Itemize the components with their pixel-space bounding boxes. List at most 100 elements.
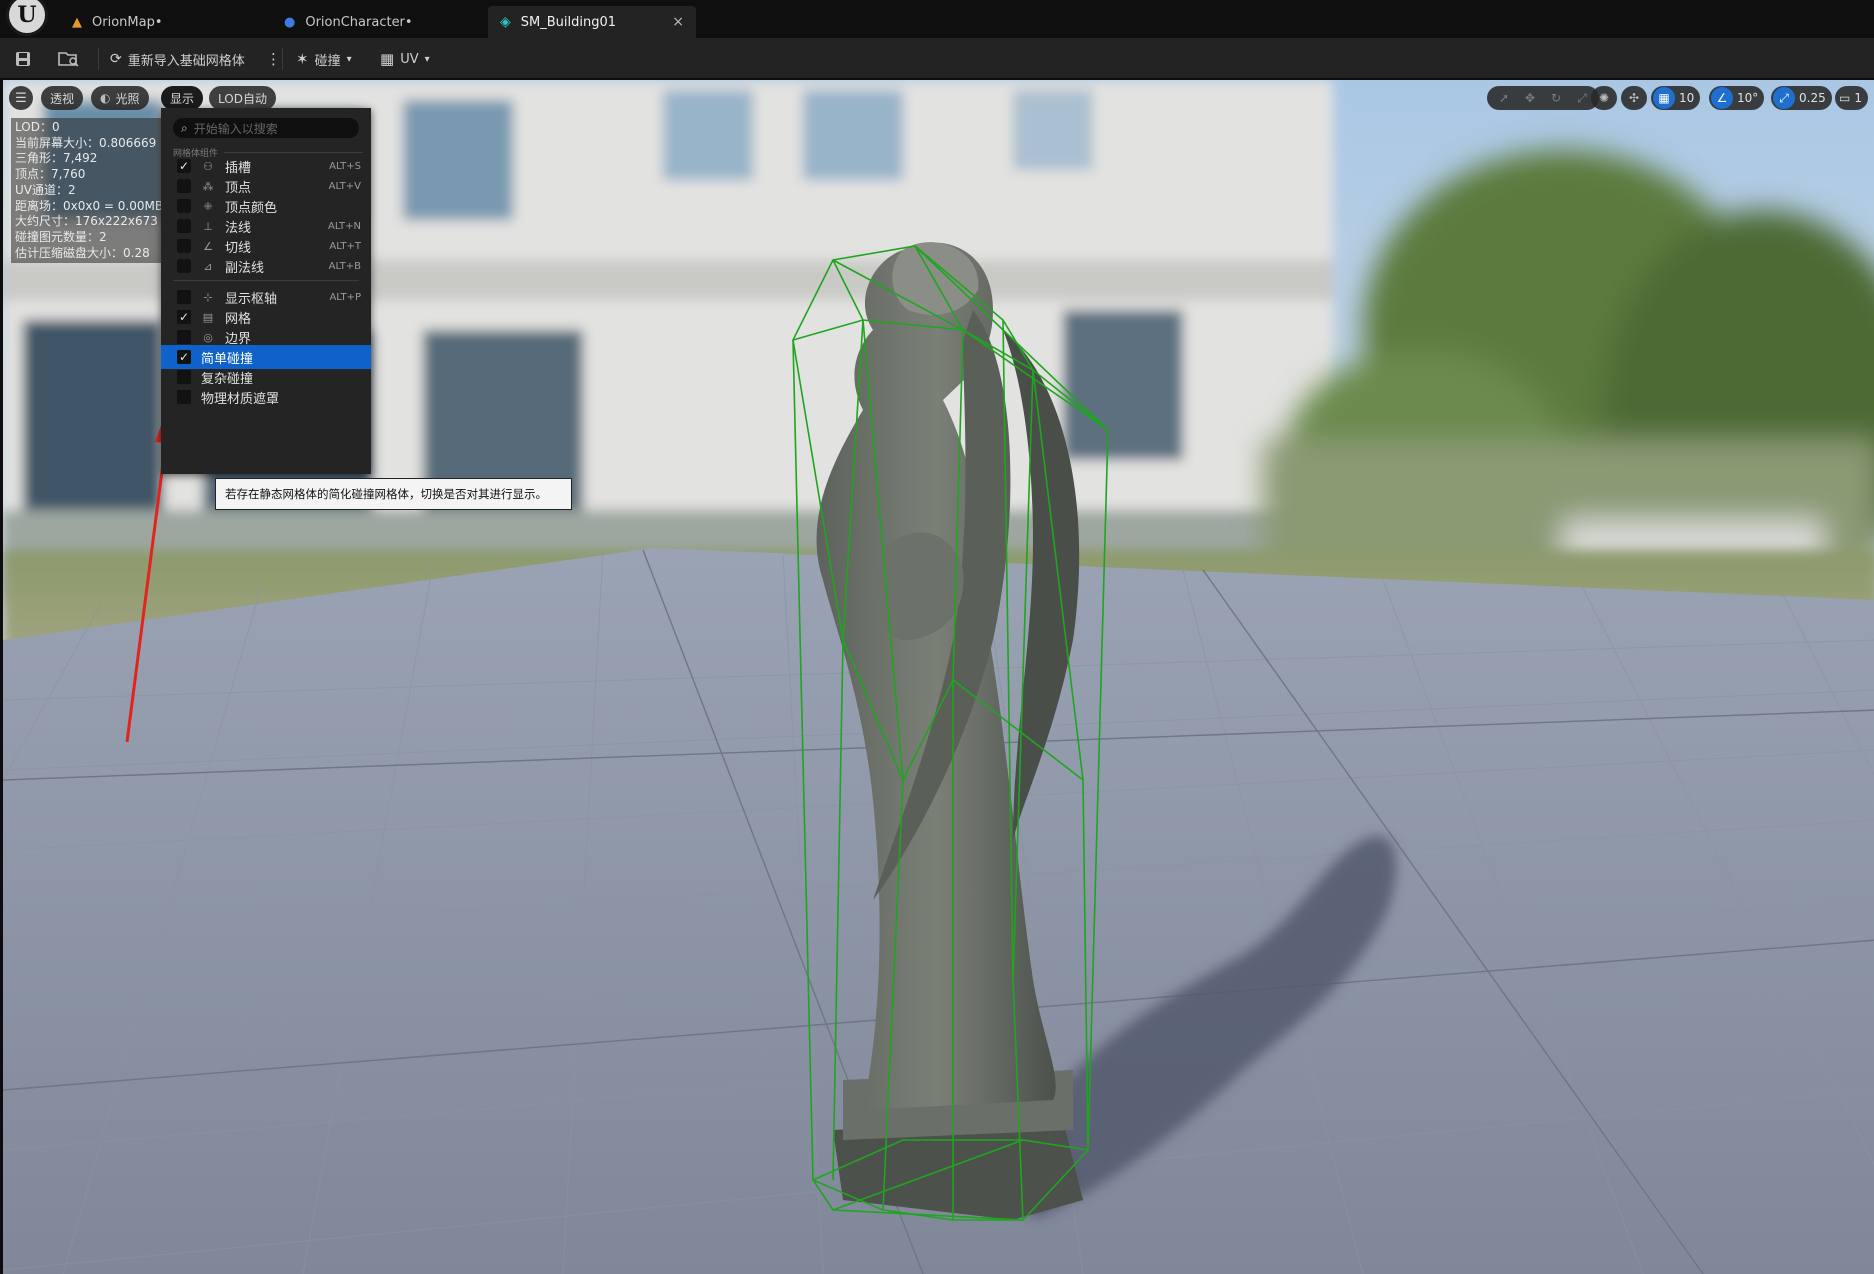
- lit-label: 光照: [115, 91, 140, 106]
- save-button[interactable]: [14, 46, 32, 72]
- binormal-icon: ⊿: [203, 259, 213, 273]
- uv-grid-icon: ▦: [380, 50, 395, 68]
- tab-orioncharacter[interactable]: ● OrionCharacter•: [272, 6, 472, 38]
- show-button[interactable]: 显示: [161, 86, 204, 110]
- uv-label: UV: [400, 51, 419, 67]
- collision-label: 碰撞: [314, 53, 341, 69]
- rotation-snap-icon: ∠: [1711, 87, 1733, 109]
- menu-search-input[interactable]: ⌕ 开始输入以搜索: [173, 118, 359, 138]
- bounds-checkbox[interactable]: [177, 330, 191, 344]
- toolbar-divider: [282, 48, 283, 70]
- camera-speed-value: 1: [1854, 91, 1862, 105]
- tangents-checkbox[interactable]: [177, 239, 191, 253]
- perspective-button[interactable]: 透视: [41, 86, 84, 110]
- translate-icon[interactable]: ✥: [1519, 87, 1541, 109]
- more-options-button[interactable]: ⋮: [266, 46, 281, 72]
- rotation-snap-value: 10°: [1737, 91, 1759, 105]
- folder-search-icon: [58, 52, 79, 67]
- rotation-snap-button[interactable]: ∠ 10°: [1709, 86, 1765, 110]
- simple-collision-tooltip: 若存在静态网格体的简化碰撞网格体，切换是否对其进行显示。: [215, 478, 572, 510]
- menu-item-label: 边界: [225, 331, 252, 347]
- close-tab-icon[interactable]: ×: [672, 14, 684, 30]
- lod-auto-button[interactable]: LOD自动: [209, 86, 276, 110]
- simple-collision-checkbox[interactable]: ✓: [177, 350, 191, 364]
- character-icon: ●: [284, 14, 296, 30]
- show-label: 显示: [170, 91, 195, 106]
- reimport-base-mesh-button[interactable]: ⟳ 重新导入基础网格体: [110, 46, 245, 72]
- search-placeholder: 开始输入以搜索: [193, 121, 278, 136]
- hamburger-icon: ☰: [15, 90, 27, 106]
- viewport[interactable]: ☰ 透视 ◐ 光照 显示 LOD自动 LOD：0 当前屏幕大小：0.806669…: [0, 80, 1874, 1274]
- stat-collision-primitives: 碰撞图元数量：2: [15, 229, 107, 244]
- viewport-options-button[interactable]: ☰: [9, 86, 33, 110]
- sockets-checkbox[interactable]: ✓: [177, 159, 191, 173]
- menu-item-shortcut: ALT+N: [327, 220, 361, 232]
- lod-label: LOD自动: [218, 91, 267, 106]
- stat-lod: LOD：0: [15, 120, 60, 134]
- stat-disk-size: 估计压缩磁盘大小：0.28: [15, 245, 150, 260]
- menu-item-shortcut: ALT+P: [329, 291, 361, 303]
- reimport-icon: ⟳: [110, 51, 122, 67]
- menu-item-label: 网格: [225, 311, 252, 327]
- menu-item-label: 简单碰撞: [201, 351, 254, 367]
- browse-asset-button[interactable]: [58, 46, 80, 72]
- transform-mode-group: ➚ ✥ ↻ ⤢: [1487, 86, 1599, 110]
- menu-item-shortcut: ALT+S: [329, 160, 361, 172]
- tab-sm-building01[interactable]: ◈ SM_Building01 ×: [488, 6, 696, 38]
- grid-snap-value: 10: [1679, 91, 1695, 105]
- menu-item-label: 切线: [225, 240, 252, 256]
- tab-orionmap[interactable]: ▲ OrionMap•: [60, 6, 260, 38]
- vertices-checkbox[interactable]: [177, 179, 191, 193]
- show-pivot-checkbox[interactable]: [177, 290, 191, 304]
- unreal-logo-icon[interactable]: U: [6, 0, 48, 36]
- menu-item-binormals[interactable]: ⊿ 副法线 ALT+B: [161, 254, 371, 278]
- perspective-label: 透视: [50, 91, 75, 106]
- chevron-down-icon: ▾: [346, 53, 352, 65]
- tab-label: OrionMap•: [92, 14, 163, 30]
- search-icon: ⌕: [181, 120, 188, 135]
- normal-icon: ⊥: [203, 219, 213, 233]
- menu-item-shortcut: ALT+T: [329, 240, 361, 252]
- rotate-icon[interactable]: ↻: [1545, 87, 1567, 109]
- stat-triangles: 三角形：7,492: [15, 151, 98, 166]
- uv-dropdown[interactable]: ▦ UV ▾: [380, 46, 430, 72]
- tab-label: OrionCharacter•: [305, 14, 413, 30]
- vertex-colors-checkbox[interactable]: [177, 199, 191, 213]
- menu-item-label: 副法线: [225, 260, 265, 276]
- lit-mode-button[interactable]: ◐ 光照: [91, 86, 149, 110]
- grid-icon: ▤: [202, 310, 214, 324]
- complex-collision-checkbox[interactable]: [177, 370, 191, 384]
- show-dropdown-menu: ⌕ 开始输入以搜索 网格体组件 ✓ ⚇ 插槽 ALT+S ⁂ 顶点 ALT+V …: [161, 108, 371, 474]
- tab-label: SM_Building01: [520, 14, 617, 30]
- chevron-down-icon: ▾: [424, 53, 430, 65]
- surface-snap-button[interactable]: ✣: [1621, 86, 1647, 110]
- menu-item-label: 顶点: [225, 180, 252, 196]
- camera-speed-button[interactable]: ▭ 1: [1835, 86, 1868, 110]
- select-mode-icon[interactable]: ➚: [1493, 87, 1515, 109]
- scale-snap-button[interactable]: ⤢ 0.25: [1771, 86, 1832, 110]
- level-icon: ▲: [72, 14, 82, 30]
- menu-divider: [173, 280, 359, 281]
- menu-item-label: 显示枢轴: [225, 291, 278, 307]
- stat-uv-channels: UV通道：2: [15, 182, 76, 197]
- scale-icon[interactable]: ⤢: [1571, 87, 1593, 109]
- mesh-stats-overlay: LOD：0 当前屏幕大小：0.806669 三角形：7,492 顶点：7,760…: [11, 118, 161, 264]
- menu-item-physical-material-mask[interactable]: 物理材质遮罩: [161, 385, 371, 409]
- collision-dropdown[interactable]: ✶ 碰撞 ▾: [296, 46, 352, 72]
- physical-material-mask-checkbox[interactable]: [177, 390, 191, 404]
- binormals-checkbox[interactable]: [177, 259, 191, 273]
- grid-checkbox[interactable]: ✓: [177, 310, 191, 324]
- tangent-icon: ∠: [203, 239, 213, 253]
- bounds-icon: ◎: [203, 330, 213, 344]
- coordinate-space-button[interactable]: ✺: [1591, 86, 1617, 110]
- menu-item-label: 顶点颜色: [225, 200, 278, 216]
- socket-icon: ⚇: [203, 159, 213, 173]
- more-vertical-icon: ⋮: [266, 50, 281, 68]
- grid-snap-button[interactable]: ▦ 10: [1651, 86, 1701, 110]
- lit-sphere-icon: ◐: [100, 91, 111, 105]
- stat-approx-size: 大约尺寸：176x222x673: [15, 214, 158, 229]
- grid-snap-icon: ▦: [1653, 87, 1675, 109]
- normals-checkbox[interactable]: [177, 219, 191, 233]
- scale-snap-value: 0.25: [1799, 91, 1826, 105]
- pivot-icon: ⊹: [203, 290, 213, 304]
